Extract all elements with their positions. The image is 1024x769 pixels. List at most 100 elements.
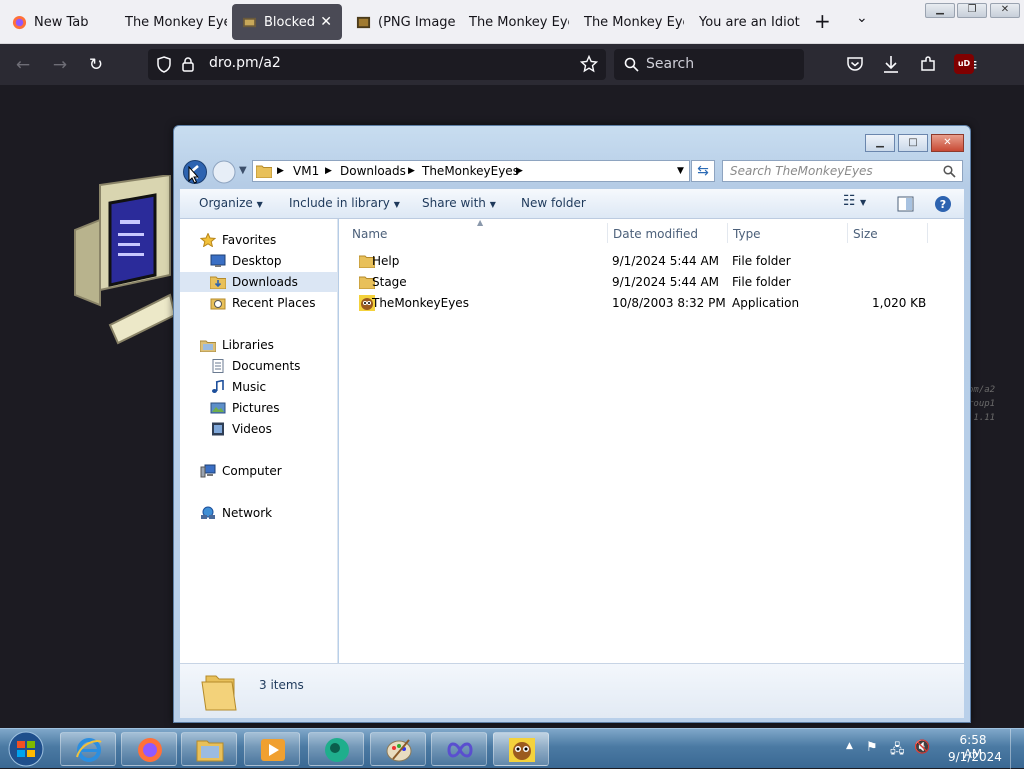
nav-label: Downloads: [232, 275, 298, 289]
file-name: Help: [372, 254, 400, 268]
bookmark-star-icon[interactable]: [580, 55, 598, 73]
column-header-name[interactable]: Name: [352, 227, 387, 241]
breadcrumb-separator-icon[interactable]: ▶: [325, 166, 332, 176]
nav-network[interactable]: Network: [200, 503, 272, 523]
network-status-icon[interactable]: 🖧: [890, 740, 905, 762]
tab-new-tab[interactable]: New Tab: [2, 4, 110, 40]
nav-music[interactable]: Music: [210, 377, 266, 397]
column-header-date-modified[interactable]: Date modified: [613, 227, 698, 241]
address-history-dropdown-icon[interactable]: ▼: [677, 166, 684, 176]
column-divider[interactable]: [607, 223, 608, 243]
breadcrumb-downloads[interactable]: Downloads: [340, 164, 406, 178]
nav-downloads[interactable]: Downloads: [180, 272, 337, 292]
tab-you-are-an-idiot[interactable]: You are an Idiot!: [689, 4, 801, 40]
explorer-maximize-icon[interactable]: □: [898, 134, 928, 152]
page-sidetext-line: .1.11: [968, 413, 996, 423]
nav-computer[interactable]: Computer: [200, 461, 282, 481]
recent-pages-chevron-icon[interactable]: ▼: [239, 165, 247, 176]
show-hidden-icons-arrow[interactable]: ▲: [846, 741, 853, 751]
close-tab-icon[interactable]: ✕: [320, 14, 332, 30]
nav-documents[interactable]: Documents: [210, 356, 300, 376]
volume-muted-icon[interactable]: 🔇: [914, 740, 930, 755]
tab-monkey-eyes-2[interactable]: The Monkey Eyes: [459, 4, 569, 40]
organize-button[interactable]: Organize ▼: [199, 196, 263, 210]
restore-window-icon[interactable]: ❐: [957, 3, 987, 18]
pocket-icon[interactable]: [846, 55, 864, 73]
desktop-icon: [210, 254, 226, 267]
address-bar[interactable]: ▶ VM1 ▶ Downloads ▶ TheMonkeyEyes ▶ ▼: [252, 160, 690, 182]
nav-recent-places[interactable]: Recent Places: [210, 293, 315, 313]
tab-label: Blocked: [264, 14, 315, 30]
taskbar-windows-explorer[interactable]: [181, 732, 237, 766]
lock-icon[interactable]: [180, 56, 196, 73]
forward-arrow-icon[interactable]: →: [47, 52, 73, 78]
include-in-library-button[interactable]: Include in library ▼: [289, 196, 400, 210]
close-window-icon[interactable]: ✕: [990, 3, 1020, 18]
taskbar: ▲ ⚑ 🖧 🔇 6:58 AM 9/1/2024: [0, 728, 1024, 769]
file-row-themonkeyeyes[interactable]: TheMonkeyEyes 10/8/2003 8:32 PM Applicat…: [351, 293, 951, 313]
nav-favorites[interactable]: Favorites: [200, 230, 276, 250]
tab-monkey-eyes-1[interactable]: The Monkey Eyes: [115, 4, 227, 40]
new-tab-plus-icon[interactable]: +: [814, 9, 831, 33]
help-icon[interactable]: ?: [934, 195, 952, 213]
taskbar-firefox[interactable]: [121, 732, 177, 766]
explorer-forward-button[interactable]: [211, 159, 237, 185]
taskbar-themonkeyeyes[interactable]: [493, 732, 549, 766]
folder-search-placeholder: Search TheMonkeyEyes: [730, 164, 873, 178]
minimize-window-icon[interactable]: ▁: [925, 3, 955, 18]
breadcrumb-separator-icon[interactable]: ▶: [516, 166, 523, 176]
refresh-icon[interactable]: ⇆: [691, 160, 715, 182]
show-desktop-button[interactable]: [1010, 729, 1024, 769]
preview-pane-icon[interactable]: [897, 196, 914, 212]
tab-png-image[interactable]: (PNG Image,: [346, 4, 456, 40]
taskbar-internet-explorer[interactable]: [60, 732, 116, 766]
breadcrumb-vm1[interactable]: VM1: [293, 164, 319, 178]
folder-search-input[interactable]: Search TheMonkeyEyes: [722, 160, 963, 182]
blocked-page-icon: [242, 17, 257, 27]
explorer-close-icon[interactable]: ✕: [931, 134, 964, 152]
tab-blocked[interactable]: Blocked ✕: [232, 4, 342, 40]
reload-icon[interactable]: ↻: [83, 52, 109, 78]
back-arrow-icon[interactable]: ←: [10, 52, 36, 78]
file-name: TheMonkeyEyes: [372, 296, 469, 310]
nav-libraries[interactable]: Libraries: [200, 335, 274, 355]
file-row-stage[interactable]: Stage 9/1/2024 5:44 AM File folder: [351, 272, 951, 292]
folder-icon: [196, 740, 224, 762]
tab-monkey-eyes-3[interactable]: The Monkey Eyes: [574, 4, 684, 40]
column-header-type[interactable]: Type: [733, 227, 761, 241]
column-divider[interactable]: [727, 223, 728, 243]
shield-icon[interactable]: [156, 56, 172, 73]
new-folder-button[interactable]: New folder: [521, 196, 586, 210]
ublock-icon[interactable]: uD: [954, 54, 974, 74]
music-note-icon: [212, 380, 224, 393]
column-divider[interactable]: [927, 223, 928, 243]
taskbar-media-player[interactable]: [244, 732, 300, 766]
nav-pictures[interactable]: Pictures: [210, 398, 280, 418]
explorer-minimize-icon[interactable]: ▁: [865, 134, 895, 152]
extensions-puzzle-icon[interactable]: [919, 55, 937, 73]
taskbar-app-green[interactable]: [308, 732, 364, 766]
file-size: 1,020 KB: [872, 296, 927, 310]
clock-date[interactable]: 9/1/2024: [948, 750, 1002, 764]
url-bar[interactable]: dro.pm/a2: [148, 49, 606, 80]
start-orb-icon[interactable]: [6, 730, 46, 768]
action-center-flag-icon[interactable]: ⚑: [866, 740, 878, 755]
breadcrumb-separator-icon[interactable]: ▶: [277, 166, 284, 176]
nav-desktop[interactable]: Desktop: [210, 251, 282, 271]
nav-videos[interactable]: Videos: [210, 419, 272, 439]
browser-search-input[interactable]: Search: [614, 49, 804, 80]
paint-palette-icon: [386, 739, 412, 762]
documents-icon: [212, 359, 224, 373]
share-with-button[interactable]: Share with ▼: [422, 196, 496, 210]
list-all-tabs-chevron-icon[interactable]: ⌄: [856, 10, 868, 26]
column-divider[interactable]: [847, 223, 848, 243]
column-header-size[interactable]: Size: [853, 227, 878, 241]
taskbar-paint[interactable]: [370, 732, 426, 766]
breadcrumb-separator-icon[interactable]: ▶: [408, 166, 415, 176]
downloads-icon[interactable]: [882, 54, 900, 74]
file-row-help[interactable]: Help 9/1/2024 5:44 AM File folder: [351, 251, 951, 271]
breadcrumb-themonkeyeyes[interactable]: TheMonkeyEyes: [422, 164, 519, 178]
taskbar-visual-studio[interactable]: [431, 732, 487, 766]
retro-computer-illustration: [74, 175, 177, 345]
change-view-icon[interactable]: ☷ ▼: [843, 193, 866, 209]
